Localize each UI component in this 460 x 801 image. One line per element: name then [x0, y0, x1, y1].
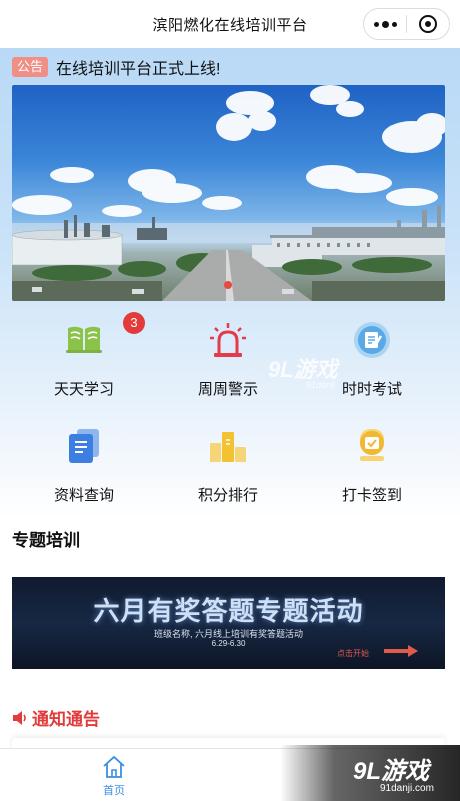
arrow-right-icon — [384, 645, 418, 657]
alarm-light-icon — [208, 320, 248, 360]
grid-item-label: 资料查询 — [53, 487, 114, 504]
grid-item-label: 打卡签到 — [341, 487, 402, 504]
tab-home[interactable]: 首页 — [88, 755, 140, 798]
grid-item-check-in[interactable]: 打卡签到 — [300, 416, 444, 516]
announcement-text: 在线培训平台正式上线! — [56, 61, 221, 78]
tab-home-label: 首页 — [103, 785, 125, 797]
announcement-bar[interactable]: 公告 在线培训平台正式上线! — [12, 56, 220, 78]
grid-item-label: 天天学习 — [53, 381, 114, 398]
more-dot-icon — [391, 21, 397, 27]
unread-count-badge: 3 — [123, 312, 145, 334]
carousel-indicator[interactable] — [224, 281, 232, 289]
more-dot-icon — [381, 20, 389, 28]
grid-item-label: 时时考试 — [341, 381, 402, 398]
title-bar: 滨阳燃化在线培训平台 — [0, 0, 460, 48]
documents-icon — [64, 426, 104, 466]
home-icon — [103, 755, 125, 778]
promo-start-link[interactable]: 点击开始 — [337, 648, 369, 659]
grid-item-points-ranking[interactable]: 积分排行 — [156, 416, 300, 516]
more-dot-icon — [373, 21, 379, 27]
window-title: 滨阳燃化在线培训平台 — [152, 16, 308, 34]
watermark-logo: 9L游戏 91danji — [268, 357, 338, 390]
announcements-title-text: 通知通告 — [32, 710, 100, 729]
watermark-corner: 9L游戏 91danji.com — [280, 745, 460, 801]
mini-program-capsule — [363, 8, 450, 40]
close-program-button[interactable] — [407, 9, 449, 39]
promo-date: 6.29-6.30 — [211, 639, 246, 648]
promo-headline: 六月有奖答题专题活动 — [93, 597, 364, 627]
announcement-tag: 公告 — [12, 57, 49, 77]
check-in-icon — [352, 426, 392, 466]
industrial-plant-photo — [12, 85, 445, 301]
grid-item-daily-study[interactable]: 3 天天学习 — [12, 310, 156, 410]
speaker-icon — [13, 710, 26, 725]
hero-banner[interactable] — [12, 85, 445, 301]
section-title-special-training: 专题培训 — [12, 531, 80, 550]
grid-item-label: 积分排行 — [197, 487, 258, 504]
more-menu-button[interactable] — [364, 9, 406, 39]
exam-icon — [352, 320, 392, 360]
grid-item-label: 周周警示 — [197, 381, 258, 398]
target-close-icon — [419, 15, 437, 33]
promo-banner[interactable]: 六月有奖答题专题活动 班级名称, 六月线上培训有奖答题活动 6.29-6.30 … — [12, 577, 445, 669]
grid-item-document-search[interactable]: 资料查询 — [12, 416, 156, 516]
section-title-announcements: 通知通告 — [12, 705, 100, 730]
ranking-icon — [208, 426, 248, 466]
book-icon — [64, 320, 104, 360]
